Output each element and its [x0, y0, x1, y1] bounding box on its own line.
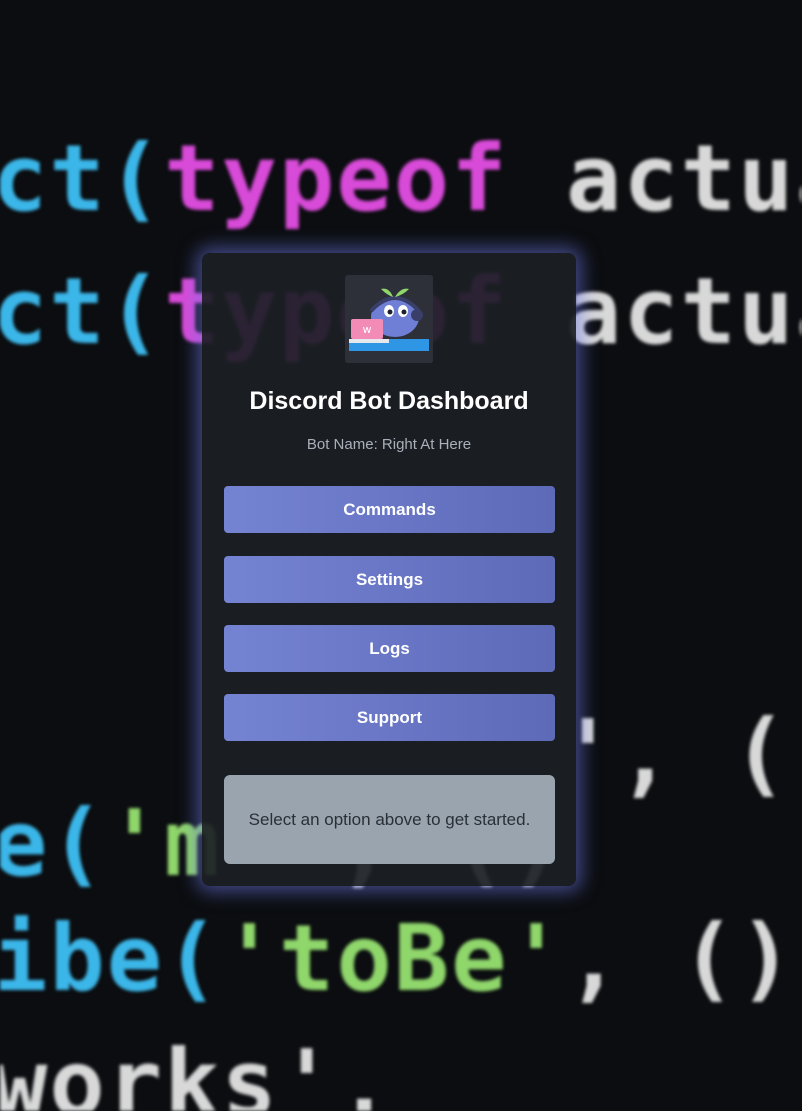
bot-mascot-icon: w — [345, 275, 433, 363]
dashboard-card: w Discord Bot Dashboard Bot Name: Right … — [202, 253, 576, 886]
page-title: Discord Bot Dashboard — [249, 387, 529, 415]
logs-button[interactable]: Logs — [224, 625, 555, 672]
bot-name-label: Bot Name: Right At Here — [306, 436, 472, 453]
settings-button[interactable]: Settings — [224, 556, 555, 603]
svg-text:w: w — [363, 323, 372, 336]
support-button[interactable]: Support — [224, 694, 555, 741]
info-text: Select an option above to get started. — [248, 809, 531, 829]
info-panel: Select an option above to get started. — [224, 775, 555, 864]
commands-button[interactable]: Commands — [224, 486, 555, 533]
